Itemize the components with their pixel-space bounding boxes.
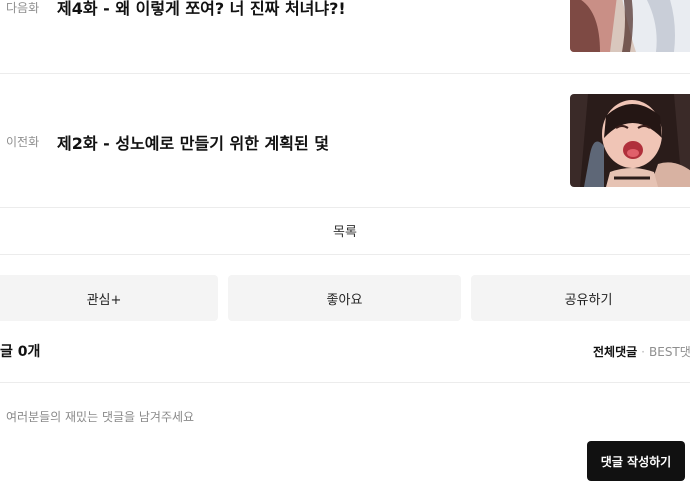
- share-button[interactable]: 공유하기: [471, 275, 690, 321]
- like-label: 좋아요: [326, 292, 363, 308]
- divider: [0, 254, 690, 255]
- prev-episode-thumbnail[interactable]: [570, 94, 690, 187]
- divider: [0, 382, 690, 383]
- write-comment-button[interactable]: 댓글 작성하기: [587, 441, 685, 481]
- interest-button[interactable]: 관심+: [0, 275, 218, 321]
- prev-episode-tag: 이전화: [6, 135, 40, 149]
- next-episode-tag: 다음화: [6, 1, 40, 15]
- next-episode-thumbnail[interactable]: [570, 0, 690, 52]
- next-episode-title[interactable]: 제4화 - 왜 이렇게 쪼여? 너 진짜 처녀냐?!: [57, 0, 346, 19]
- thumbnail-image: [570, 0, 690, 52]
- divider: [0, 73, 690, 74]
- interest-label: 관심+: [86, 292, 122, 308]
- sort-separator: ·: [641, 345, 645, 359]
- write-comment-label: 댓글 작성하기: [600, 455, 672, 469]
- comment-count: 글 0개: [0, 344, 41, 360]
- sort-all-comments[interactable]: 전체댓글: [593, 345, 637, 359]
- sort-best-comments[interactable]: BEST댓: [649, 345, 690, 359]
- thumbnail-image: [570, 94, 690, 187]
- comment-input[interactable]: [0, 404, 566, 430]
- share-label: 공유하기: [564, 292, 613, 308]
- like-button[interactable]: 좋아요: [228, 275, 461, 321]
- episode-list-button[interactable]: 목록: [0, 221, 690, 241]
- divider: [0, 207, 690, 208]
- prev-episode-title[interactable]: 제2화 - 성노예로 만들기 위한 계획된 덫: [57, 130, 329, 154]
- comment-sort-tabs: 전체댓글 · BEST댓: [593, 343, 690, 360]
